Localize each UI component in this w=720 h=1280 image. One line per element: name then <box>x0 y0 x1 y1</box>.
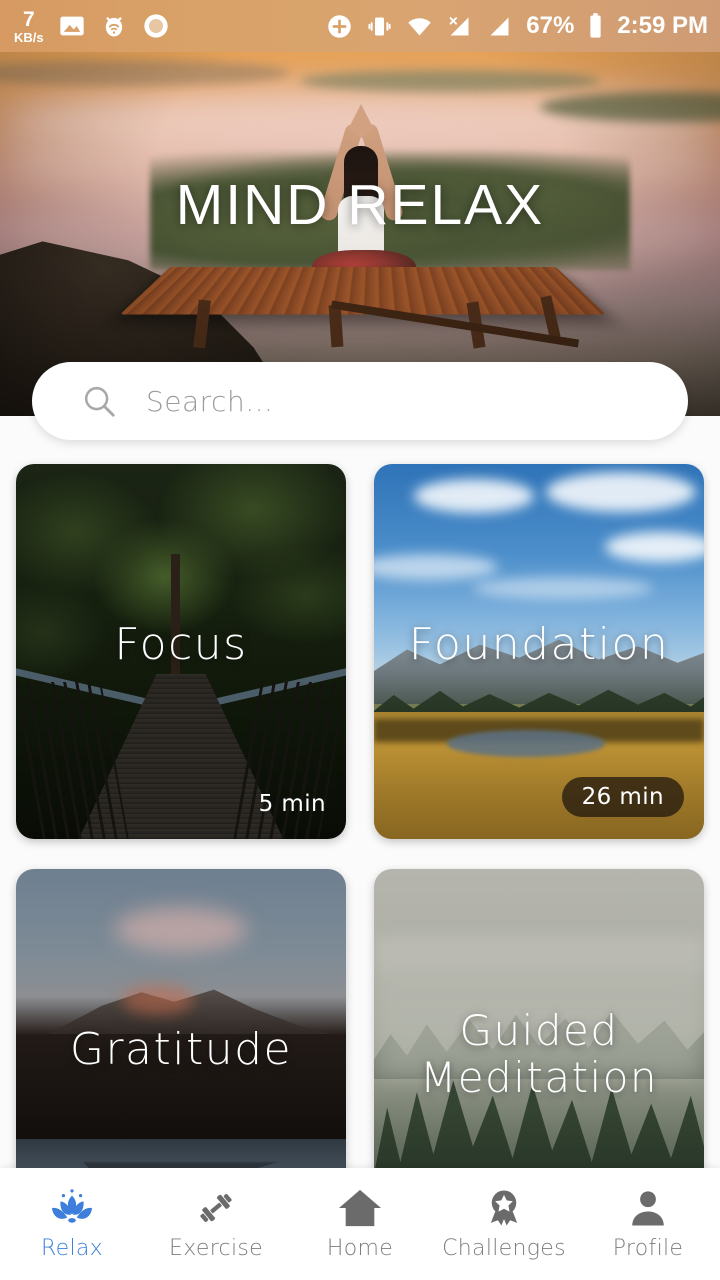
battery-percent: 67% <box>526 12 575 39</box>
card-gratitude[interactable]: Gratitude <box>16 869 346 1168</box>
nav-label-exercise: Exercise <box>169 1236 263 1261</box>
card-foundation[interactable]: Foundation 26 min <box>374 464 704 839</box>
bug-wifi-icon <box>105 17 122 37</box>
network-speed-unit: KB/s <box>14 29 44 45</box>
circle-record-icon <box>143 14 168 38</box>
card-guided-title-line1: Guided <box>459 1006 619 1055</box>
card-guided-title-line2: Meditation <box>419 1053 659 1103</box>
nav-item-profile[interactable]: Profile <box>576 1168 720 1280</box>
battery-icon <box>590 13 601 38</box>
card-guided-meditation-title: Guided Meditation <box>374 1007 704 1101</box>
nav-label-relax: Relax <box>41 1236 103 1261</box>
lotus-icon <box>49 1187 95 1229</box>
card-focus-title: Focus <box>114 619 248 670</box>
status-bar: 7 KB/s 67% 2:59 PM <box>0 0 720 52</box>
search-icon <box>84 386 115 417</box>
card-foundation-title: Foundation <box>408 619 670 670</box>
vibrate-icon <box>368 17 391 35</box>
wifi-icon <box>408 17 431 35</box>
nav-item-home[interactable]: Home <box>288 1168 432 1280</box>
network-speed-indicator: 7 KB/s <box>14 9 44 44</box>
nav-label-profile: Profile <box>612 1236 684 1261</box>
signal-no-sim-icon <box>449 16 469 35</box>
home-icon <box>337 1187 383 1229</box>
dumbbell-icon <box>194 1187 238 1229</box>
bottom-navigation-bar: Relax Exercise Home Challenges Profile <box>0 1168 720 1280</box>
add-circle-icon <box>328 14 351 38</box>
nav-item-challenges[interactable]: Challenges <box>432 1168 576 1280</box>
category-card-grid: Focus 5 min Foundation 26 min Gratitude … <box>0 452 720 1168</box>
clock-time: 2:59 PM <box>617 12 708 39</box>
nav-item-exercise[interactable]: Exercise <box>144 1168 288 1280</box>
award-ribbon-icon <box>482 1187 526 1229</box>
person-icon <box>627 1187 669 1229</box>
network-speed-value: 7 <box>22 7 35 31</box>
nav-item-relax[interactable]: Relax <box>0 1168 144 1280</box>
card-foundation-duration: 26 min <box>561 777 684 817</box>
card-gratitude-title: Gratitude <box>69 1024 293 1075</box>
search-input[interactable]: Search... <box>32 362 688 440</box>
page-title: MIND RELAX <box>175 173 545 237</box>
nav-label-challenges: Challenges <box>442 1236 566 1261</box>
search-placeholder: Search... <box>146 384 274 418</box>
signal-bars-icon <box>490 17 509 35</box>
card-focus-duration: 5 min <box>258 791 326 817</box>
card-gratitude-image <box>16 869 346 1168</box>
hero-banner: MIND RELAX <box>0 0 720 416</box>
card-guided-meditation[interactable]: Guided Meditation <box>374 869 704 1168</box>
card-focus[interactable]: Focus 5 min <box>16 464 346 839</box>
nav-label-home: Home <box>326 1236 394 1261</box>
photo-icon <box>59 16 84 36</box>
